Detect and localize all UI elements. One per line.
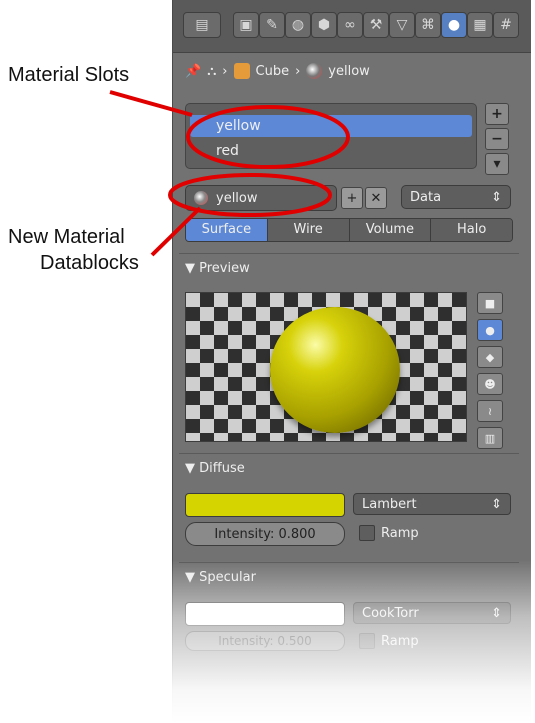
preview-header[interactable]: ▼ Preview: [185, 259, 250, 279]
material-datablock-field[interactable]: yellow: [185, 185, 337, 211]
tab-surface[interactable]: Surface: [186, 219, 268, 241]
modifiers-icon[interactable]: ▽: [389, 12, 415, 38]
breadcrumb-material: yellow: [328, 63, 370, 79]
object-icon[interactable]: ∞: [337, 12, 363, 38]
render-layers-icon[interactable]: ✎: [259, 12, 285, 38]
collapse-triangle-icon: ▼: [185, 261, 195, 276]
material-preview: [185, 292, 467, 442]
divider: [179, 562, 519, 563]
tab-wire[interactable]: Wire: [267, 219, 350, 241]
link-value: Data: [410, 189, 442, 205]
preview-monkey-icon[interactable]: ☻: [477, 373, 503, 395]
ramp-label: Ramp: [381, 525, 419, 541]
breadcrumb-arrow: ›: [295, 63, 301, 79]
breadcrumb-arrow: ›: [222, 63, 228, 79]
material-sphere-icon: [194, 191, 208, 205]
breadcrumb-object: Cube: [255, 63, 290, 79]
world-icon[interactable]: ⬢: [311, 12, 337, 38]
specular-color-swatch[interactable]: [185, 602, 345, 626]
properties-panel: ▤ ▣ ✎ ◍ ⬢ ∞ ⚒ ▽ ⌘ ● ▦ # 📌 ⛬ › Cube › yel…: [172, 0, 531, 723]
editor-type-icon[interactable]: ▤: [183, 12, 221, 38]
specular-shader-value: CookTorr: [362, 605, 419, 621]
breadcrumb: 📌 ⛬ › Cube › yellow: [185, 60, 370, 82]
slot-buttons: + − ▾: [485, 103, 511, 178]
constraints-icon[interactable]: ⚒: [363, 12, 389, 38]
updown-icon: ⇕: [491, 189, 502, 205]
preview-flat-icon[interactable]: ■: [477, 292, 503, 314]
unlink-material-button[interactable]: ✕: [365, 187, 387, 209]
material-sphere-icon: [306, 63, 323, 79]
tab-halo[interactable]: Halo: [431, 219, 512, 241]
material-type-tabs: Surface Wire Volume Halo: [185, 218, 513, 242]
specular-ramp-toggle[interactable]: Ramp: [359, 632, 419, 650]
physics-icon[interactable]: #: [493, 12, 519, 38]
properties-toolbar: ▤ ▣ ✎ ◍ ⬢ ∞ ⚒ ▽ ⌘ ● ▦ #: [173, 0, 531, 53]
updown-icon: ⇕: [491, 605, 502, 621]
preview-cube-icon[interactable]: ◆: [477, 346, 503, 368]
material-slot-list[interactable]: yellow red: [185, 103, 477, 169]
ramp-checkbox[interactable]: [359, 525, 375, 541]
divider: [179, 453, 519, 454]
preview-sphere: [270, 307, 400, 433]
material-slot-red[interactable]: red: [190, 140, 472, 162]
scene-icon[interactable]: ◍: [285, 12, 311, 38]
specular-label: Specular: [199, 570, 256, 585]
new-material-button[interactable]: +: [341, 187, 363, 209]
specular-header[interactable]: ▼ Specular: [185, 568, 256, 588]
diffuse-shader-select[interactable]: Lambert ⇕: [353, 493, 511, 515]
updown-icon: ⇕: [491, 496, 502, 512]
diffuse-intensity-slider[interactable]: Intensity: 0.800: [185, 522, 345, 546]
collapse-triangle-icon: ▼: [185, 570, 195, 585]
pin-icon[interactable]: 📌: [185, 64, 201, 79]
preview-hair-icon[interactable]: ≀: [477, 400, 503, 422]
data-icon[interactable]: ⌘: [415, 12, 441, 38]
annotation-datablocks: Datablocks: [40, 252, 139, 274]
preview-sky-icon[interactable]: ▥: [477, 427, 503, 449]
diffuse-shader-value: Lambert: [362, 496, 417, 512]
slot-menu-button[interactable]: ▾: [485, 153, 509, 175]
preview-sphere-icon[interactable]: ●: [477, 319, 503, 341]
preview-type-buttons: ■ ● ◆ ☻ ≀ ▥: [473, 292, 505, 454]
specular-ramp-label: Ramp: [381, 633, 419, 649]
specular-intensity-slider[interactable]: Intensity: 0.500: [185, 631, 345, 651]
tab-volume[interactable]: Volume: [349, 219, 432, 241]
material-slot-yellow[interactable]: yellow: [190, 115, 472, 137]
annotation-material-slots: Material Slots: [8, 64, 130, 86]
annotation-new-material: New Material: [8, 226, 125, 248]
render-icon[interactable]: ▣: [233, 12, 259, 38]
cube-icon: [233, 63, 250, 79]
material-name[interactable]: yellow: [216, 191, 258, 206]
divider: [179, 253, 519, 254]
add-slot-button[interactable]: +: [485, 103, 509, 125]
preview-label: Preview: [199, 261, 250, 276]
diffuse-label: Diffuse: [199, 461, 245, 476]
diffuse-ramp-toggle[interactable]: Ramp: [359, 524, 419, 542]
diffuse-color-swatch[interactable]: [185, 493, 345, 517]
remove-slot-button[interactable]: −: [485, 128, 509, 150]
specular-shader-select[interactable]: CookTorr ⇕: [353, 602, 511, 624]
material-icon[interactable]: ●: [441, 12, 467, 38]
collapse-triangle-icon: ▼: [185, 461, 195, 476]
texture-icon[interactable]: ▦: [467, 12, 493, 38]
diffuse-header[interactable]: ▼ Diffuse: [185, 459, 245, 479]
ramp-checkbox[interactable]: [359, 633, 375, 649]
link-select[interactable]: Data ⇕: [401, 185, 511, 209]
scene-link-icon: ⛬: [207, 63, 217, 79]
